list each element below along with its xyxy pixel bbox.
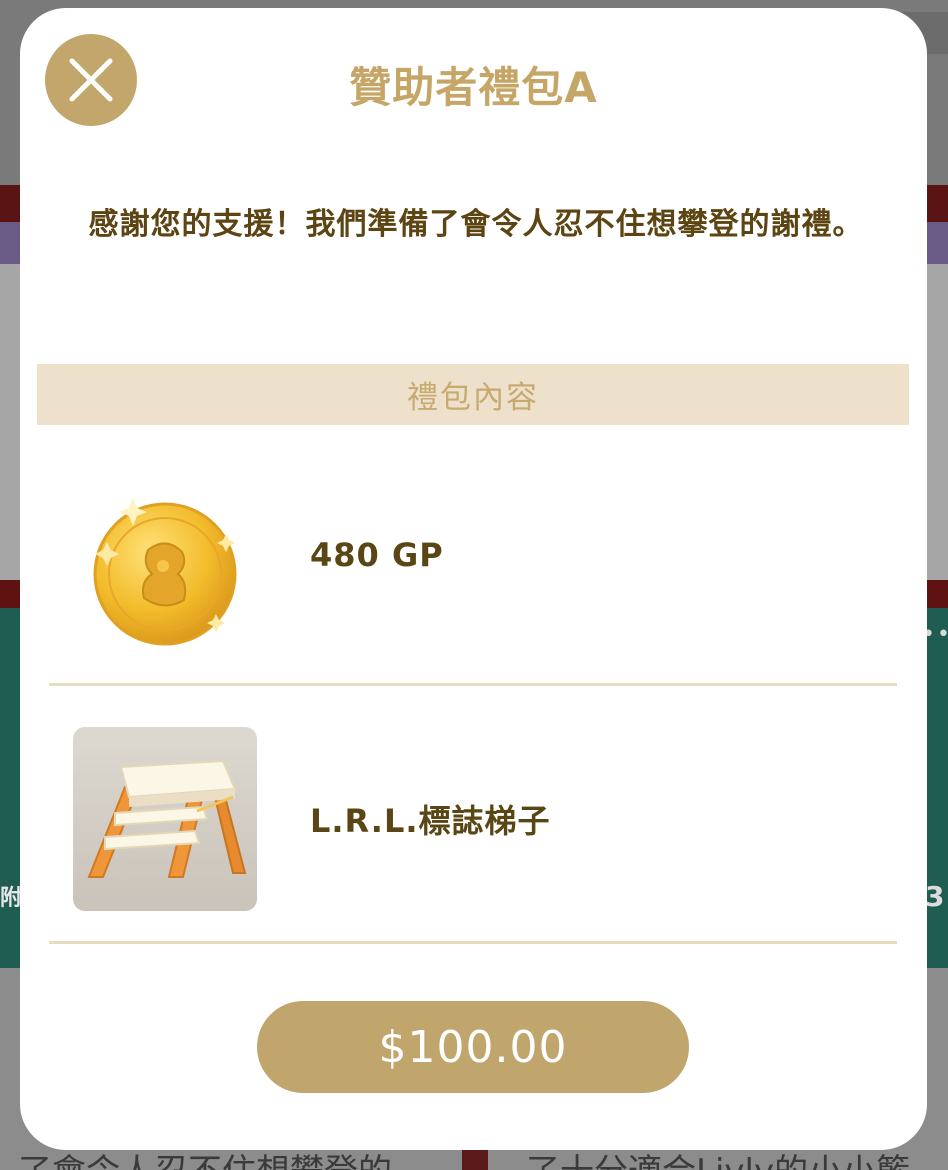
pack-contents-label: 禮包內容 [407,380,539,416]
sponsor-pack-dialog: 贊助者禮包A 感謝您的支援！我們準備了會令人忍不住想攀登的謝禮。 禮包內容 48… [20,8,927,1150]
dialog-title: 贊助者禮包A [349,63,598,112]
gold-coin-icon [73,480,257,664]
purchase-button[interactable]: $100.00 [257,1001,689,1093]
pack-item: 480 GP [49,468,897,686]
ladder-icon [73,727,257,911]
dialog-description: 感謝您的支援！我們準備了會令人忍不住想攀登的謝禮。 [88,207,864,242]
item-label: 480 GP [310,536,444,574]
price-label: $100.00 [378,1021,568,1073]
background-divider [462,1150,488,1170]
pack-contents-header: 禮包內容 [37,364,909,425]
pack-item: L.R.L.標誌梯子 [49,686,897,944]
background-peek-right: 3 [925,880,945,913]
item-label: L.R.L.標誌梯子 [310,802,551,840]
background-peek-left: 附 [0,886,23,911]
